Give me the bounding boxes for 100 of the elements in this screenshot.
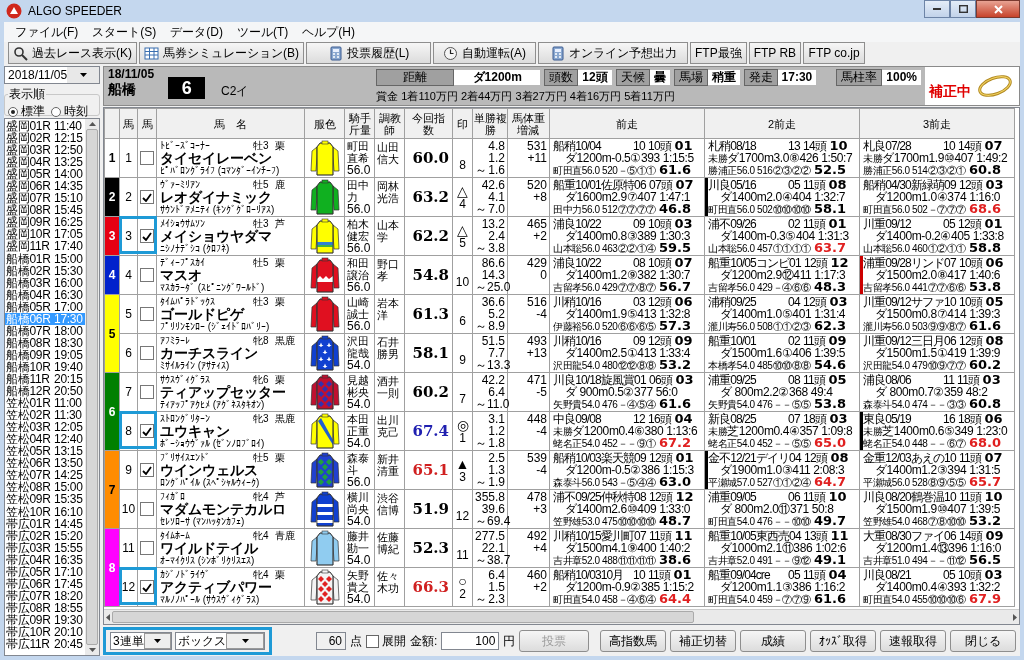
race-list-item[interactable]: 笠松01R 11:00 (5, 397, 85, 410)
toolbar-button[interactable]: FTP最強 (690, 42, 747, 64)
race-list-item[interactable]: 帯広03R 15:55 (5, 541, 85, 554)
menu-item[interactable]: ファイル(F) (8, 23, 86, 41)
race-list-item[interactable]: 船橋07R 18:00 (5, 324, 85, 337)
race-list-item[interactable]: 笠松07R 14:25 (5, 469, 85, 482)
race-list-item[interactable]: 盛岡09R 16:25 (5, 216, 85, 229)
race-list-item[interactable]: 盛岡05R 14:00 (5, 168, 85, 181)
coat-color: 青鹿 (275, 530, 296, 541)
course-details: ダ1500m1.6①406 1:39:5 (720, 346, 846, 360)
coat-color: 栗 (275, 296, 286, 307)
race-list-item[interactable]: 帯広07R 18:20 (5, 589, 85, 602)
race-list-item[interactable]: 盛岡01R 11:40 (5, 120, 85, 133)
action-button[interactable]: 高指数馬 (600, 630, 666, 652)
toolbar-button[interactable]: 自動運転(A) (433, 42, 536, 64)
race-list-item[interactable]: 盛岡07R 15:10 (5, 192, 85, 205)
race-list-item[interactable]: 盛岡11R 17:40 (5, 240, 85, 253)
race-list-item[interactable]: 盛岡08R 15:45 (5, 204, 85, 217)
sex-age: 牡3 (253, 296, 270, 307)
date-dropdown[interactable]: 2018/11/05 (4, 66, 100, 84)
action-button[interactable]: 成績 (740, 630, 806, 652)
race-list-item[interactable]: 笠松06R 13:50 (5, 457, 85, 470)
place-odds: 7.7 (487, 347, 505, 359)
race-list-item[interactable]: 盛岡04R 13:25 (5, 156, 85, 169)
menu-item[interactable]: ヘルプ(H) (295, 23, 362, 41)
jockey-name: 見越彬央 (347, 374, 370, 398)
win-odds: 51.5 (480, 335, 505, 347)
race-score: 53.8 (813, 396, 846, 411)
race-list-item[interactable]: 船橋10R 19:40 (5, 360, 85, 373)
popularity-rank: 12 (454, 510, 471, 522)
race-score: 58.1 (813, 201, 846, 216)
column-header: 馬体重増減 (511, 111, 546, 136)
race-list-item[interactable]: 船橋04R 16:30 (5, 288, 85, 301)
menu-item[interactable]: ツール(T) (230, 23, 296, 41)
race-list-item[interactable]: 帯広05R 17:10 (5, 565, 85, 578)
race-list-item[interactable]: 帯広10R 20:10 (5, 625, 85, 638)
odds-separator: ～ (475, 515, 487, 527)
race-list-item[interactable]: 帯広09R 19:30 (5, 613, 85, 626)
toolbar-button[interactable]: オンライン予想出力 (538, 42, 688, 64)
race-list-item[interactable]: 笠松09R 15:35 (5, 493, 85, 506)
toolbar-button[interactable]: 投票履歴(L) (306, 42, 431, 64)
ride-result: 笠野雄54.0 468⑦⑧⑩⑩ (863, 516, 966, 527)
race-list-item[interactable]: 帯広08R 18:55 (5, 601, 85, 614)
race-list-item[interactable]: 船橋12R 20:50 (5, 385, 85, 398)
race-list-item[interactable]: 盛岡03R 12:50 (5, 144, 85, 157)
race-list-item[interactable]: 帯広01R 14:45 (5, 517, 85, 530)
race-list-item[interactable]: 船橋03R 16:00 (5, 276, 85, 289)
race-score: 61.6 (658, 396, 691, 411)
bet-method-dropdown[interactable]: ボックス (175, 632, 265, 650)
race-name: 札良07/28 (863, 140, 911, 152)
jockey-name: 矢野貴之 (347, 569, 370, 593)
race-list-item[interactable]: 笠松04R 12:40 (5, 433, 85, 446)
race-list-item[interactable]: 帯広06R 17:45 (5, 577, 85, 590)
popularity-rank: 9 (458, 354, 467, 366)
race-list-item[interactable]: 盛岡10R 17:05 (5, 228, 85, 241)
race-list-item[interactable]: 笠松08R 15:00 (5, 481, 85, 494)
jockey-name: 本田正重 (347, 413, 370, 437)
toolbar-button[interactable]: 馬券シミュレーション(B) (139, 42, 304, 64)
radio-button[interactable]: 時刻 (51, 103, 88, 120)
amount-field[interactable]: 100 (441, 632, 500, 650)
race-list-item[interactable]: 船橋11R 20:15 (5, 373, 85, 386)
finish-position: 01 (828, 216, 847, 231)
race-name: 船稍10/03楽天競 (553, 452, 635, 464)
race-name: 船稍10/0310月 (553, 569, 624, 581)
ride-result: 蛯名正54.0 452－－⑨① (553, 438, 656, 449)
action-button[interactable]: 速報取得 (880, 630, 946, 652)
action-button[interactable]: 補正切替 (670, 630, 736, 652)
race-list-item[interactable]: 船橋05R 17:00 (5, 300, 85, 313)
index-value: 54.8 (412, 266, 449, 284)
bet-type-dropdown[interactable]: 3連単 (110, 632, 172, 650)
expand-checkbox[interactable]: 展開 (366, 632, 406, 650)
radio-button[interactable]: 標準 (8, 103, 45, 120)
race-list-item[interactable]: 船橋01R 15:00 (5, 252, 85, 265)
race-list-item[interactable]: 笠松02R 11:30 (5, 409, 85, 422)
menu-item[interactable]: スタート(S) (85, 23, 164, 41)
menu-item[interactable]: データ(D) (163, 23, 230, 41)
race-list-item[interactable]: 船橋02R 15:30 (5, 264, 85, 277)
action-button[interactable]: 閉じる (950, 630, 1016, 652)
toolbar-button[interactable]: FTP co.jp (803, 42, 866, 64)
ride-result: 町田直54.0 455⑩⑩⑩⑥ (863, 594, 966, 605)
race-list-item[interactable]: 船橋08R 18:30 (5, 336, 85, 349)
race-list-item[interactable]: 帯広04R 16:35 (5, 553, 85, 566)
toolbar-button[interactable]: 過去レース表示(K) (8, 42, 137, 64)
race-list-item[interactable]: 帯広11R 20:45 (5, 638, 85, 651)
toolbar-button[interactable]: FTP RB (748, 42, 802, 64)
carried-weight: 54.0 (347, 398, 372, 410)
race-list-item[interactable]: 帯広02R 15:20 (5, 529, 85, 542)
race-list-item[interactable]: 笠松10R 16:10 (5, 505, 85, 518)
action-button[interactable]: ｵｯｽﾞ取得 (810, 630, 876, 652)
race-list-item[interactable]: 笠松05R 13:15 (5, 445, 85, 458)
race-list-item[interactable]: 船橋09R 19:05 (5, 348, 85, 361)
race-list-item[interactable]: 盛岡02R 12:15 (5, 132, 85, 145)
column-header: 馬 名 (214, 117, 247, 130)
horse-name: マダムモンテカルロ (160, 502, 287, 516)
race-list-item[interactable]: 盛岡06R 14:35 (5, 180, 85, 193)
race-list-item[interactable]: 笠松03R 12:05 (5, 421, 85, 434)
win-odds: 13.2 (480, 218, 505, 230)
race-name: 東良05/19 (863, 413, 912, 425)
field-size: 09 12頭 (633, 334, 672, 348)
race-name: 船重10/05コンビ (708, 257, 790, 269)
